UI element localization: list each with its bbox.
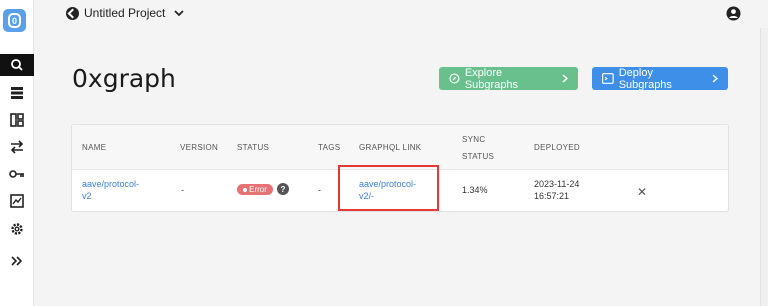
chevron-right-icon: [562, 74, 568, 83]
help-icon[interactable]: ?: [277, 183, 289, 195]
page-title: 0xgraph: [72, 64, 176, 93]
key-icon: [9, 170, 24, 178]
explore-subgraphs-button[interactable]: Explore Subgraphs: [439, 66, 578, 91]
compass-icon: [449, 73, 460, 84]
deployed-timestamp: 2023-11-24 16:57:21: [534, 178, 579, 202]
project-icon: [66, 6, 79, 20]
project-selector[interactable]: Untitled Project: [66, 6, 185, 20]
expand-icon: [11, 256, 23, 266]
terminal-icon: [602, 73, 614, 84]
top-bar: Untitled Project: [34, 0, 768, 28]
sidebar-expand[interactable]: [0, 250, 34, 272]
deployed-date: 2023-11-24: [534, 179, 580, 189]
chart-icon: [10, 194, 24, 208]
sidebar-item-keys[interactable]: [0, 163, 34, 185]
column-header-sync-line1: SYNC: [462, 135, 486, 144]
explore-label: Explore Subgraphs: [464, 66, 519, 91]
sidebar-item-analytics[interactable]: [0, 190, 34, 212]
sidebar-item-layout[interactable]: [0, 109, 34, 131]
column-header-deployed: DEPLOYED: [534, 143, 580, 152]
subgraph-name-line2: v2: [82, 191, 92, 201]
subgraph-name-line1: aave/protocol-: [82, 179, 140, 189]
logo-glyph: 0: [8, 13, 21, 28]
status-badge: Error: [237, 184, 273, 195]
sync-status-value: 1.34%: [462, 185, 488, 195]
chevron-right-icon: [712, 74, 718, 83]
column-header-tags: TAGS: [318, 143, 341, 152]
layout-icon: [10, 113, 24, 127]
swap-icon: [10, 140, 24, 154]
status-text: Error: [249, 185, 267, 194]
column-header-name: NAME: [82, 143, 107, 152]
user-avatar-icon[interactable]: [726, 6, 741, 21]
app-logo[interactable]: 0: [3, 9, 26, 32]
table-header: NAME VERSION STATUS TAGS GRAPHQL LINK SY…: [72, 125, 728, 170]
project-name: Untitled Project: [84, 6, 166, 20]
scrollbar[interactable]: [760, 28, 768, 306]
chevron-down-icon: [174, 10, 185, 17]
subgraph-name-link[interactable]: aave/protocol- v2: [82, 178, 139, 202]
column-header-version: VERSION: [180, 143, 219, 152]
sidebar-item-search[interactable]: [0, 54, 34, 76]
remove-subgraph-button[interactable]: ✕: [637, 185, 647, 199]
deployed-time: 16:57:21: [534, 191, 570, 201]
sidebar-item-transfers[interactable]: [0, 136, 34, 158]
gear-icon: [11, 223, 23, 235]
tags-value: -: [318, 185, 321, 195]
highlight-box: [338, 165, 439, 211]
column-header-sync-line2: STATUS: [462, 152, 495, 161]
sidebar-item-settings[interactable]: [0, 218, 34, 240]
search-icon: [11, 59, 23, 71]
database-icon: [11, 87, 23, 99]
column-header-status: STATUS: [237, 143, 270, 152]
sidebar: 0: [0, 0, 34, 306]
sidebar-item-database[interactable]: [0, 82, 34, 104]
column-header-graphql-link: GRAPHQL LINK: [359, 143, 422, 152]
status-dot-icon: [243, 187, 248, 192]
deploy-subgraphs-button[interactable]: Deploy Subgraphs: [592, 66, 728, 91]
version-value: -: [181, 185, 184, 195]
deploy-label: Deploy Subgraphs: [618, 66, 672, 91]
